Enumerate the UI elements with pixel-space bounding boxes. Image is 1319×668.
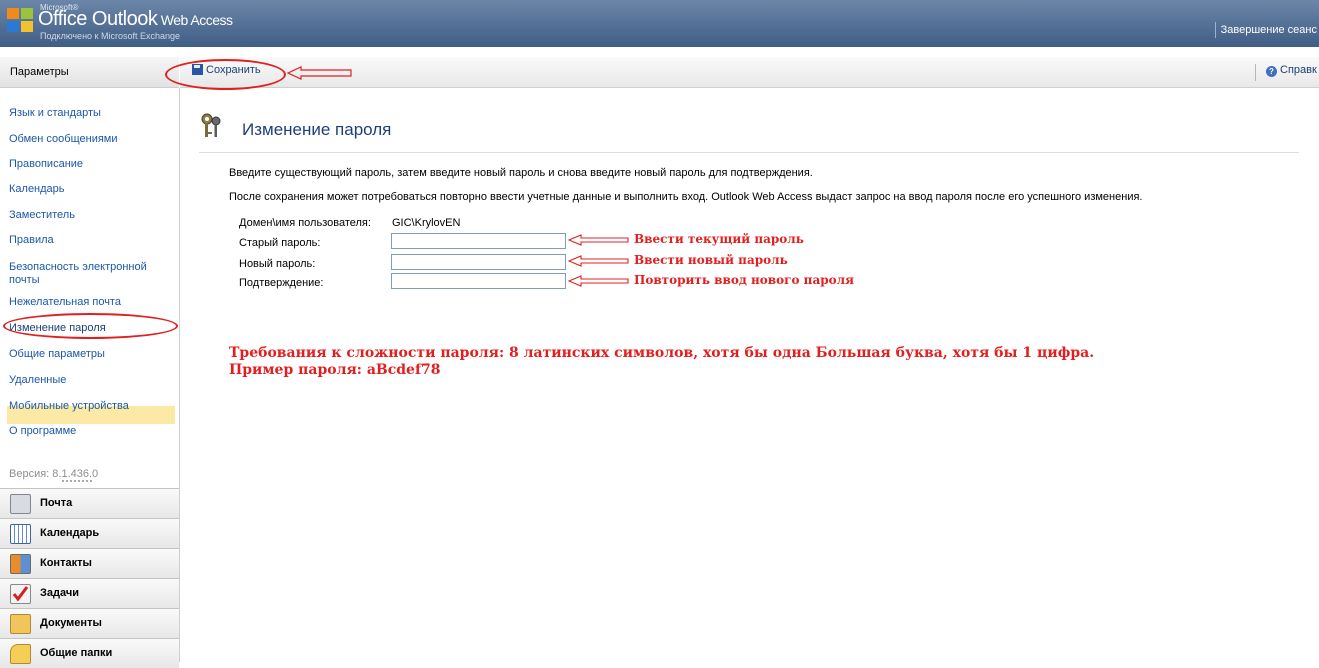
sidebar: Язык и стандарты Обмен сообщениями Право… — [0, 88, 180, 668]
logout-link[interactable]: Завершение сеанс — [1214, 22, 1319, 38]
sidebar-item-delegate[interactable]: Заместитель — [9, 209, 159, 222]
calendar-icon — [10, 524, 31, 544]
module-label: Контакты — [40, 557, 92, 569]
module-label: Календарь — [40, 527, 100, 539]
sidebar-item-calendar[interactable]: Календарь — [9, 183, 159, 196]
public-folders-icon — [10, 644, 31, 664]
arrow-left-icon — [568, 275, 629, 287]
new-password-hint: Ввести новый пароль — [634, 253, 788, 267]
brand-name: Office Outlook Web Access — [38, 8, 233, 31]
help-label: Справк — [1280, 64, 1317, 76]
module-label: Почта — [40, 497, 73, 509]
save-highlight-circle — [165, 59, 286, 90]
contacts-icon — [10, 554, 31, 574]
sidebar-item-rules[interactable]: Правила — [9, 234, 159, 247]
requirements-line: Требования к сложности пароля: 8 латинск… — [229, 345, 1095, 361]
page-title: Изменение пароля — [242, 120, 392, 139]
options-title-bar: Параметры — [0, 57, 179, 88]
module-contacts[interactable]: Контакты — [0, 548, 179, 578]
sidebar-item-about[interactable]: О программе — [9, 425, 159, 438]
sidebar-item-email-security[interactable]: Безопасность электронной почты — [9, 261, 159, 287]
office-logo-icon — [7, 8, 33, 32]
new-password-input[interactable] — [391, 254, 566, 270]
arrow-left-icon — [568, 255, 629, 267]
module-label: Задачи — [40, 587, 79, 599]
brand-name-suffix: Web Access — [157, 12, 233, 28]
options-title: Параметры — [10, 66, 69, 78]
user-label: Домен\имя пользователя: — [239, 217, 371, 229]
note-text: После сохранения может потребоваться пов… — [229, 191, 1143, 203]
help-icon: ? — [1266, 66, 1277, 77]
example-line: Пример пароля: aBcdef78 — [229, 362, 441, 378]
mail-icon — [10, 494, 31, 514]
toolbar-divider — [1255, 64, 1256, 81]
confirm-password-input[interactable] — [391, 273, 566, 289]
sidebar-item-language[interactable]: Язык и стандарты — [9, 107, 159, 120]
sidebar-item-spelling[interactable]: Правописание — [9, 158, 159, 171]
brand-subtitle: Подключено к Microsoft Exchange — [40, 31, 181, 41]
old-password-input[interactable] — [391, 233, 566, 249]
save-arrow-icon — [287, 66, 352, 80]
arrow-left-icon — [568, 234, 629, 246]
sidebar-item-deleted[interactable]: Удаленные — [9, 374, 159, 387]
module-documents[interactable]: Документы — [0, 608, 179, 638]
module-mail[interactable]: Почта — [0, 488, 179, 518]
module-label: Общие папки — [40, 647, 113, 659]
version-text: Версия: 8.1.436.0 — [9, 468, 99, 480]
selected-item-circle — [3, 313, 178, 339]
old-password-label: Старый пароль: — [239, 237, 321, 249]
tasks-icon — [10, 584, 31, 604]
sidebar-item-junk-mail[interactable]: Нежелательная почта — [9, 296, 159, 309]
sidebar-item-messaging[interactable]: Обмен сообщениями — [9, 133, 159, 146]
module-public-folders[interactable]: Общие папки — [0, 638, 179, 668]
confirm-password-label: Подтверждение: — [239, 277, 324, 289]
password-requirements: Требования к сложности пароля: 8 латинск… — [229, 345, 1094, 379]
help-button[interactable]: ? Справк — [1266, 64, 1317, 77]
module-calendar[interactable]: Календарь — [0, 518, 179, 548]
user-value: GIC\KrylovEN — [392, 217, 461, 229]
confirm-password-hint: Повторить ввод нового пароля — [634, 273, 854, 287]
app-header: Microsoft® Office Outlook Web Access Под… — [0, 0, 1319, 47]
module-label: Документы — [40, 617, 102, 629]
new-password-label: Новый пароль: — [239, 258, 316, 270]
module-tasks[interactable]: Задачи — [0, 578, 179, 608]
title-divider — [199, 152, 1299, 153]
brand-name-main: Office Outlook — [38, 8, 158, 30]
intro-text: Введите существующий пароль, затем введи… — [229, 167, 813, 179]
sidebar-item-mobile[interactable]: Мобильные устройства — [9, 400, 159, 413]
old-password-hint: Ввести текущий пароль — [634, 232, 804, 246]
documents-icon — [10, 614, 31, 634]
sidebar-splitter[interactable] — [62, 480, 92, 484]
keys-icon — [201, 113, 221, 137]
sidebar-item-general[interactable]: Общие параметры — [9, 348, 159, 361]
